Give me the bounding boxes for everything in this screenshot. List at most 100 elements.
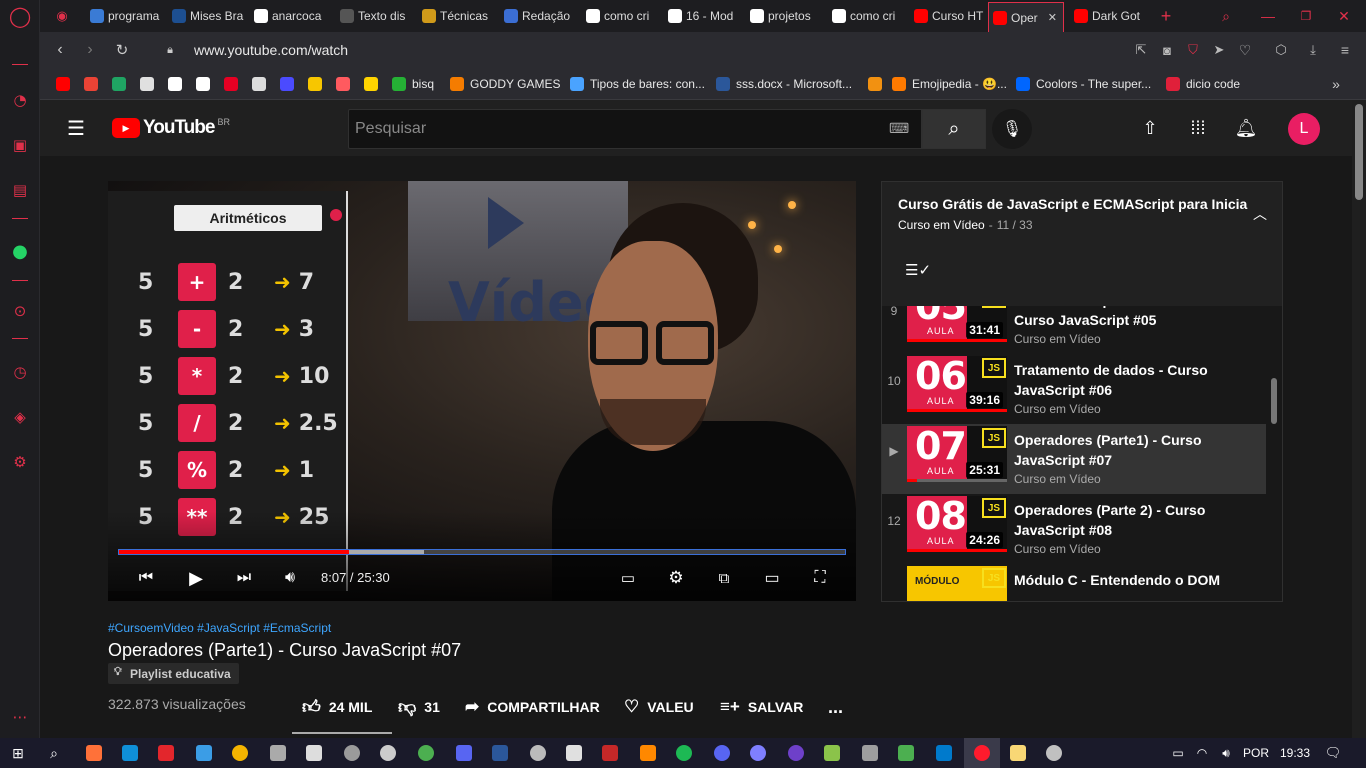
hamburger-menu-icon[interactable]: ☰ <box>64 116 88 140</box>
bookmark-item[interactable] <box>196 75 216 93</box>
word-icon[interactable] <box>492 745 508 761</box>
bookmark-item[interactable]: dicio code <box>1166 75 1240 93</box>
url-field[interactable]: www.youtube.com/watch <box>194 42 348 58</box>
tab-7[interactable]: 16 - Mod <box>664 4 744 28</box>
search-button[interactable]: ⌕ <box>922 109 986 149</box>
hashtags[interactable]: #CursoemVideo #JavaScript #EcmaScript <box>108 621 331 635</box>
search-input[interactable]: Pesquisar ⌨ <box>348 109 922 149</box>
playlist-item-title[interactable]: Variáveis e Tipos Primitivos - Curso Jav… <box>1014 306 1234 330</box>
theater-mode-icon[interactable]: ▭ <box>760 567 784 589</box>
playlist-thumbnail[interactable]: MÓDULO JS <box>907 566 1007 601</box>
tab-2[interactable]: anarcoca <box>250 4 334 28</box>
volume-icon[interactable]: 🔊︎ <box>278 567 302 589</box>
miniplayer-icon[interactable]: ⧉ <box>712 567 736 589</box>
tab-12[interactable]: Dark Got <box>1070 4 1150 28</box>
playlist-thumbnail[interactable]: 06 AULA 39:16 JS <box>907 356 1007 412</box>
edge-icon[interactable] <box>122 745 138 761</box>
reload-button[interactable]: ↻ <box>112 40 132 60</box>
file-explorer-icon[interactable] <box>1010 745 1026 761</box>
tab-10[interactable]: Curso HT <box>910 4 986 28</box>
restore-button[interactable]: ❐ <box>1296 4 1316 28</box>
discord-icon[interactable] <box>714 745 730 761</box>
extensions-icon[interactable]: ⬡ <box>1272 40 1290 60</box>
youtube-logo[interactable]: ▶ YouTube BR <box>112 117 230 139</box>
more-actions-button[interactable]: ... <box>828 697 843 717</box>
bookmark-item[interactable] <box>252 75 272 93</box>
opera-taskbar-icon[interactable] <box>974 745 990 761</box>
bookmarks-more-button[interactable]: » <box>1326 74 1346 94</box>
vscode-icon[interactable] <box>936 745 952 761</box>
playlist-item[interactable]: MÓDULO JS Módulo C - Entendendo o DOM <box>882 564 1266 601</box>
bookmark-item[interactable] <box>224 75 244 93</box>
opera-logo-icon[interactable]: ◯ <box>9 4 31 28</box>
next-button[interactable]: ⏭︎ <box>232 567 256 589</box>
windows-start-icon[interactable]: ⊞ <box>10 745 26 761</box>
share-icon[interactable]: ⇱ <box>1132 40 1150 60</box>
fullscreen-icon[interactable]: ⛶ <box>808 567 832 589</box>
7zip-icon[interactable] <box>566 745 582 761</box>
notifications-bell-icon[interactable]: 🔔︎ <box>1234 116 1258 140</box>
settings-gear-icon[interactable]: ⚙ <box>664 567 688 589</box>
send-icon[interactable]: ➤ <box>1210 40 1228 60</box>
playlist-thumbnail[interactable]: 05AULA 31:41 JS <box>907 306 1007 342</box>
download-icon[interactable]: ⤓ <box>1304 40 1322 60</box>
bookmark-item[interactable]: bisq <box>392 75 434 93</box>
tab-11[interactable]: Oper ✕ <box>988 2 1064 32</box>
tab-0[interactable]: programa <box>86 4 166 28</box>
wifi-icon[interactable]: ◠ <box>1194 745 1210 761</box>
playlist-channel[interactable]: Curso em Vídeo <box>898 218 985 232</box>
like-button[interactable]: 👍︎ 24 MIL <box>302 697 372 717</box>
progress-bar[interactable] <box>118 549 846 555</box>
bookmark-item[interactable] <box>336 75 356 93</box>
close-window-button[interactable]: ✕ <box>1334 4 1354 28</box>
bookmark-item[interactable]: sss.docx - Microsoft... <box>716 75 852 93</box>
playlist-item-title[interactable]: Operadores (Parte 2) - Curso JavaScript … <box>1014 500 1234 540</box>
app-icon[interactable] <box>1046 745 1062 761</box>
bookmark-item[interactable] <box>308 75 328 93</box>
camera-icon[interactable]: ◙ <box>1158 40 1176 60</box>
history-icon[interactable]: ◷ <box>9 361 31 383</box>
playlist-badge[interactable]: 💡︎ Playlist educativa <box>108 663 239 684</box>
subtitles-icon[interactable]: ▭ <box>616 567 640 589</box>
forward-button[interactable]: › <box>80 40 100 60</box>
bookmark-item[interactable]: Tipos de bares: con... <box>570 75 705 93</box>
bookmark-item[interactable]: Emojipedia - 😃... <box>892 75 1007 93</box>
previous-button[interactable]: ⏮︎ <box>134 567 158 589</box>
playlist-item-title[interactable]: Tratamento de dados - Curso JavaScript #… <box>1014 360 1234 400</box>
tab-5[interactable]: Redação <box>500 4 580 28</box>
app-icon[interactable] <box>862 745 878 761</box>
voice-search-button[interactable]: 🎙︎ <box>992 109 1032 149</box>
minimize-button[interactable]: — <box>1258 4 1278 28</box>
playlist-thumbnail[interactable]: 08 AULA 24:26 JS <box>907 496 1007 552</box>
playlist-thumbnail[interactable]: 07 AULA 25:31 JS <box>907 426 1007 482</box>
player-icon[interactable]: ⊙ <box>9 300 31 322</box>
vivaldi-icon[interactable] <box>158 745 174 761</box>
gamepad-icon[interactable]: ◉ <box>52 6 72 26</box>
speed-dial-icon[interactable]: ◔ <box>9 89 31 111</box>
bookmark-item[interactable] <box>140 75 160 93</box>
bookmark-item[interactable] <box>112 75 132 93</box>
app-icon[interactable] <box>456 745 472 761</box>
lock-icon[interactable]: 🔒︎ <box>160 40 180 60</box>
avatar[interactable]: L <box>1288 113 1320 145</box>
app-icon[interactable] <box>602 745 618 761</box>
settings-icon[interactable]: ⚙ <box>9 451 31 473</box>
bookmark-item[interactable] <box>280 75 300 93</box>
tab-1[interactable]: Mises Bra <box>168 4 248 28</box>
app-icon[interactable] <box>898 745 914 761</box>
bookmark-item[interactable] <box>56 75 76 93</box>
save-button[interactable]: ≡+ SALVAR <box>720 697 803 717</box>
app-icon[interactable] <box>750 745 766 761</box>
playlist-item-title[interactable]: Operadores (Parte1) - Curso JavaScript #… <box>1014 430 1234 470</box>
playlist-scrollbar-thumb[interactable] <box>1271 378 1277 424</box>
language-indicator[interactable]: POR <box>1243 746 1269 760</box>
app-icon[interactable] <box>196 745 212 761</box>
chrome-icon[interactable] <box>232 745 248 761</box>
whatsapp-icon[interactable]: ● <box>9 240 31 262</box>
tab-3[interactable]: Texto dis <box>336 4 416 28</box>
bookmark-item[interactable] <box>868 75 888 93</box>
menu-icon[interactable]: ≡ <box>1336 40 1354 60</box>
search-tabs-icon[interactable]: ⌕ <box>1216 4 1236 28</box>
github-icon[interactable] <box>788 745 804 761</box>
keyboard-icon[interactable]: ⌨ <box>889 120 909 137</box>
